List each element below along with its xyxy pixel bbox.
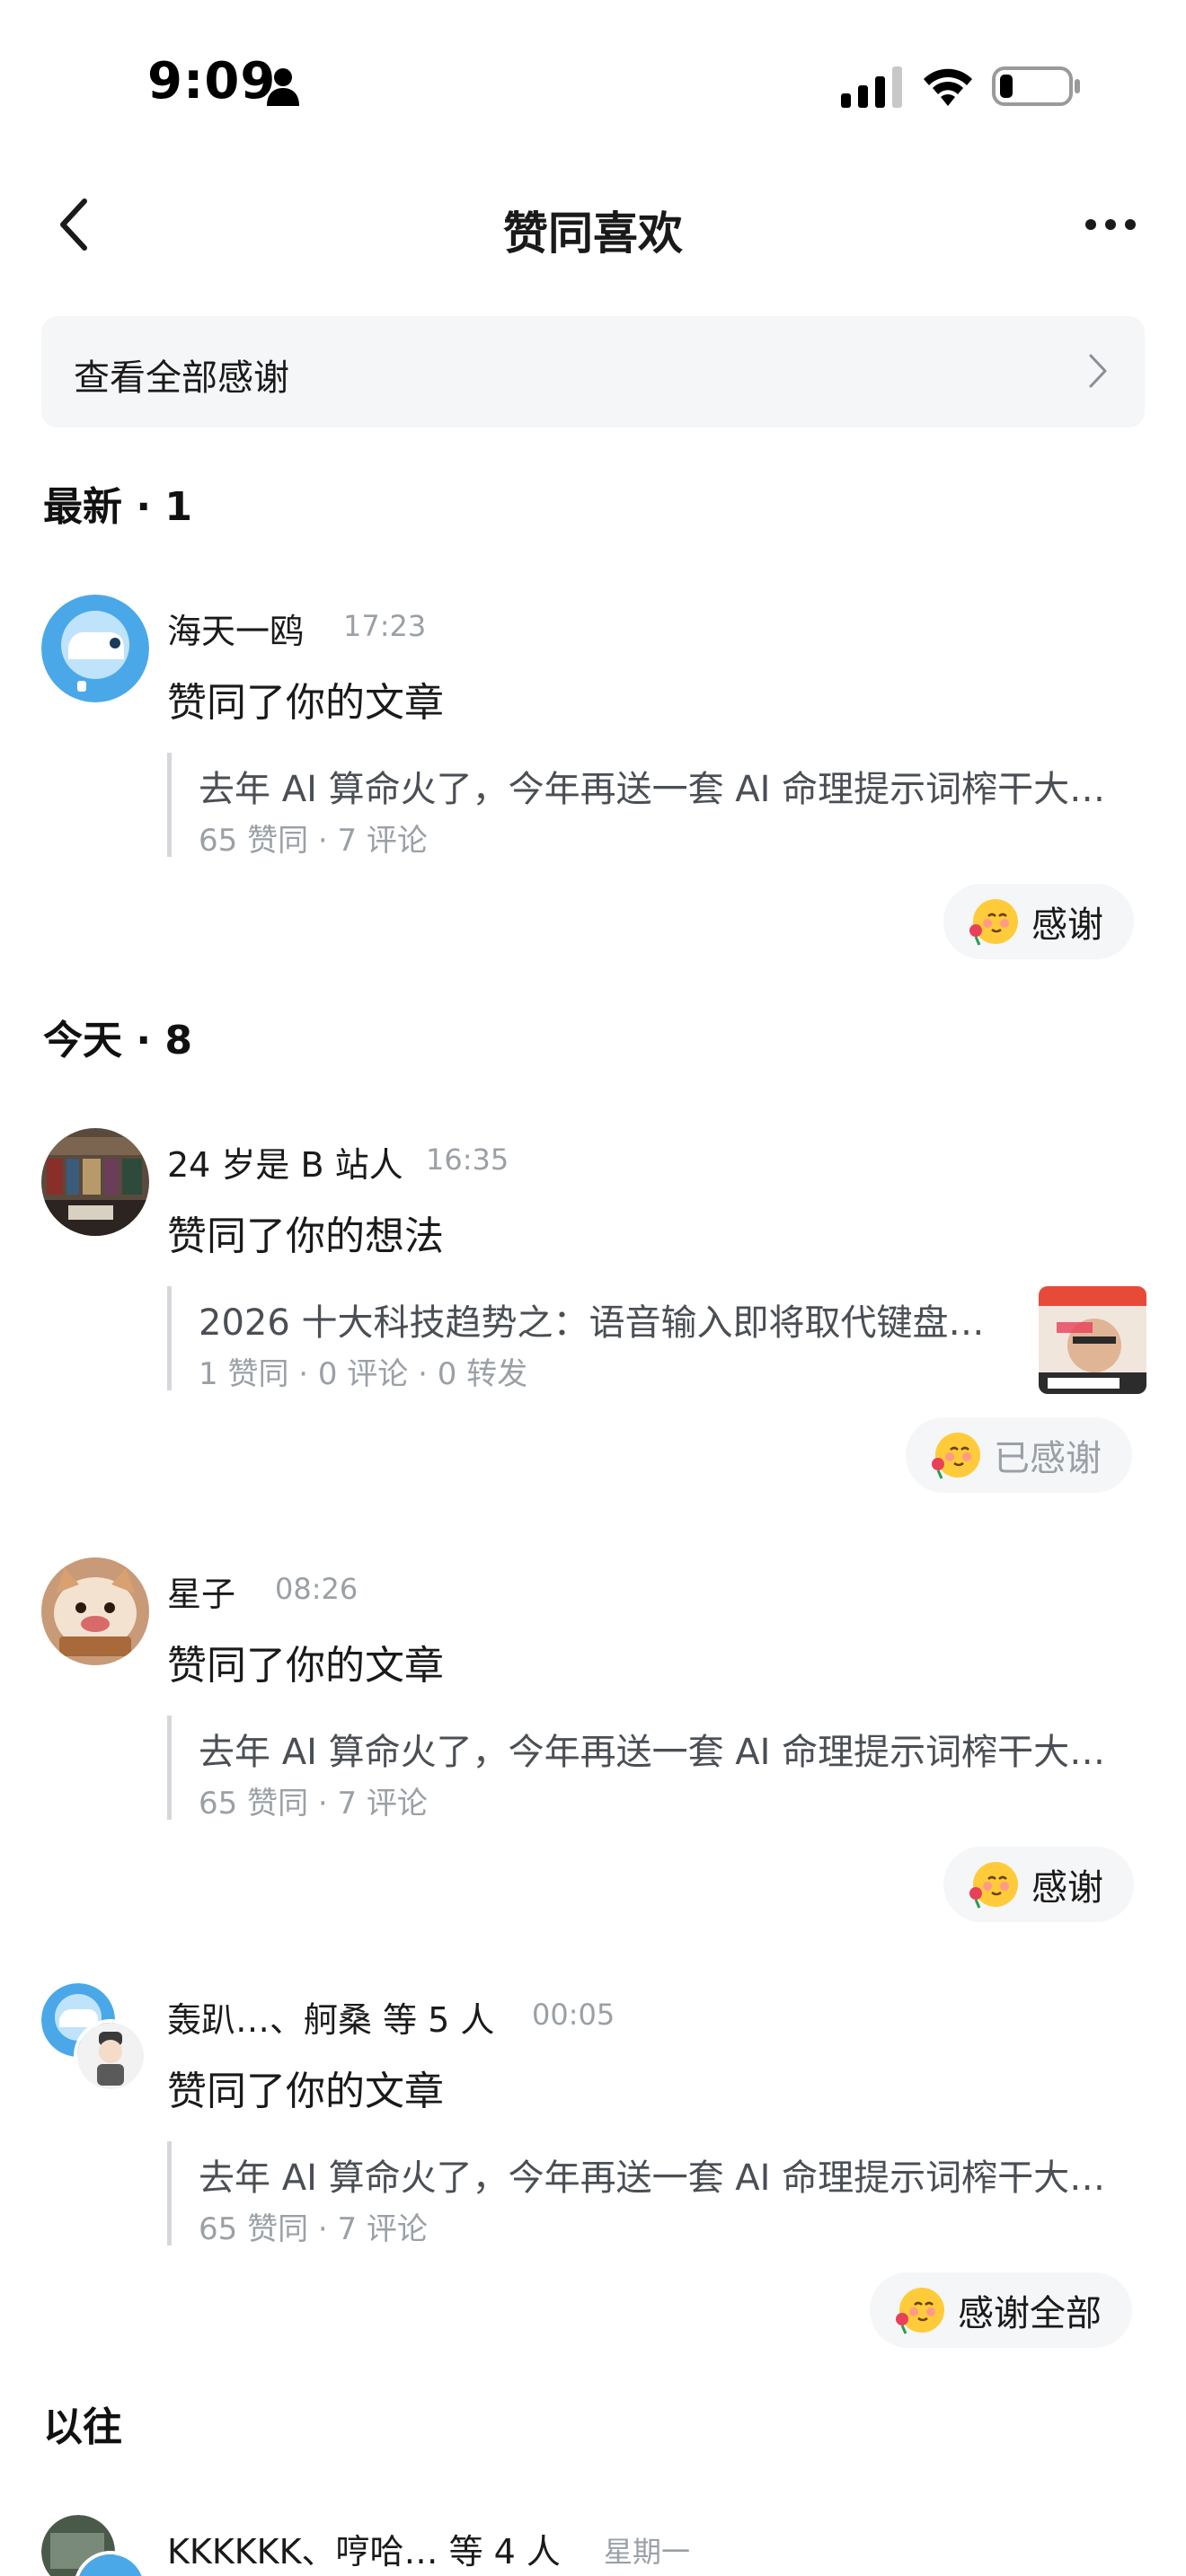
quoted-meta: 1 赞同 · 0 评论 · 0 转发 (199, 1356, 528, 1392)
avatar[interactable] (41, 1557, 149, 1665)
quoted-meta: 65 赞同 · 7 评论 (199, 1786, 428, 1822)
section-header-past: 以往 (43, 2404, 122, 2450)
timestamp: 08:26 (275, 1572, 358, 1606)
quoted-meta: 65 赞同 · 7 评论 (199, 2211, 428, 2247)
quoted-thumbnail (1039, 1286, 1146, 1394)
blushing-flower-emoji-icon (969, 1862, 1018, 1909)
thank-all-button-label: 感谢全部 (958, 2293, 1102, 2334)
avatar[interactable] (41, 1128, 149, 1236)
quoted-title: 2026 十大科技趋势之：语音输入即将取代键盘… (199, 1302, 985, 1344)
quoted-title: 去年 AI 算命火了，今年再送一套 AI 命理提示词榨干大… (199, 1732, 1106, 1773)
timestamp: 00:05 (532, 1998, 615, 2032)
user-name[interactable]: 海天一鸥 (167, 604, 304, 653)
user-name[interactable]: 24 岁是 B 站人 (167, 1137, 403, 1187)
action-text: 赞同了你的文章 (167, 1643, 444, 1689)
notification-item[interactable]: 星子 08:26 赞同了你的文章 去年 AI 算命火了，今年再送一套 AI 命理… (0, 1557, 1186, 1935)
user-name[interactable]: KKKKKK、哼哈… 等 4 人 (167, 2524, 561, 2573)
blushing-flower-emoji-icon (896, 2288, 944, 2334)
chevron-right-icon (1089, 354, 1107, 388)
thanked-button[interactable]: 已感谢 (906, 1417, 1132, 1493)
thank-button[interactable]: 感谢 (943, 884, 1134, 959)
person-icon (267, 68, 299, 106)
status-time: 9:09 (147, 52, 277, 110)
section-header-today: 今天 · 8 (43, 1018, 192, 1063)
section-header-latest: 最新 · 1 (43, 484, 192, 530)
blushing-flower-emoji-icon (932, 1433, 980, 1479)
battery-icon (992, 66, 1080, 106)
user-name[interactable]: 星子 (167, 1566, 235, 1616)
blushing-flower-emoji-icon (969, 899, 1018, 946)
nav-bar: 赞同喜欢 (0, 171, 1186, 278)
view-all-thanks-label: 查看全部感谢 (74, 357, 289, 399)
notification-item[interactable]: 24 岁是 B 站人 16:35 赞同了你的想法 2026 十大科技趋势之：语音… (0, 1128, 1186, 1505)
quoted-content[interactable]: 去年 AI 算命火了，今年再送一套 AI 命理提示词榨干大… 65 赞同 · 7… (167, 753, 1146, 859)
notification-item[interactable]: KKKKKK、哼哈… 等 4 人 星期一 (0, 2515, 1186, 2576)
thank-button-label: 感谢 (1031, 1867, 1103, 1909)
action-text: 赞同了你的文章 (167, 680, 444, 726)
quoted-content[interactable]: 去年 AI 算命火了，今年再送一套 AI 命理提示词榨干大… 65 赞同 · 7… (167, 2141, 1146, 2247)
user-name[interactable]: 轰趴…、舸桑 等 5 人 (167, 1992, 494, 2042)
thank-button-label: 感谢 (1031, 904, 1103, 946)
more-icon[interactable] (1082, 198, 1139, 251)
thank-button[interactable]: 感谢 (943, 1847, 1134, 1922)
notification-item[interactable]: 海天一鸥 17:23 赞同了你的文章 去年 AI 算命火了，今年再送一套 AI … (0, 595, 1186, 972)
action-text: 赞同了你的文章 (167, 2069, 444, 2114)
status-bar: 9:09 (0, 0, 1186, 171)
wifi-icon (924, 68, 972, 106)
view-all-thanks-button[interactable]: 查看全部感谢 (41, 316, 1145, 428)
quoted-content[interactable]: 2026 十大科技趋势之：语音输入即将取代键盘… 1 赞同 · 0 评论 · 0… (167, 1286, 1146, 1394)
thanked-button-label: 已感谢 (994, 1438, 1102, 1479)
timestamp: 星期一 (604, 2535, 691, 2569)
quoted-title: 去年 AI 算命火了，今年再送一套 AI 命理提示词榨干大… (199, 2157, 1106, 2199)
avatar[interactable] (41, 595, 149, 702)
notification-item[interactable]: 轰趴…、舸桑 等 5 人 00:05 赞同了你的文章 去年 AI 算命火了，今年… (0, 1983, 1186, 2360)
quoted-meta: 65 赞同 · 7 评论 (199, 823, 428, 859)
quoted-title: 去年 AI 算命火了，今年再送一套 AI 命理提示词榨干大… (199, 769, 1106, 810)
action-text: 赞同了你的想法 (167, 1213, 444, 1259)
avatar[interactable] (74, 2019, 147, 2093)
signal-icon (841, 66, 902, 108)
page-title: 赞同喜欢 (503, 207, 683, 260)
timestamp: 17:23 (343, 609, 427, 643)
thank-all-button[interactable]: 感谢全部 (870, 2272, 1132, 2348)
quoted-content[interactable]: 去年 AI 算命火了，今年再送一套 AI 命理提示词榨干大… 65 赞同 · 7… (167, 1716, 1146, 1822)
timestamp: 16:35 (426, 1142, 509, 1177)
